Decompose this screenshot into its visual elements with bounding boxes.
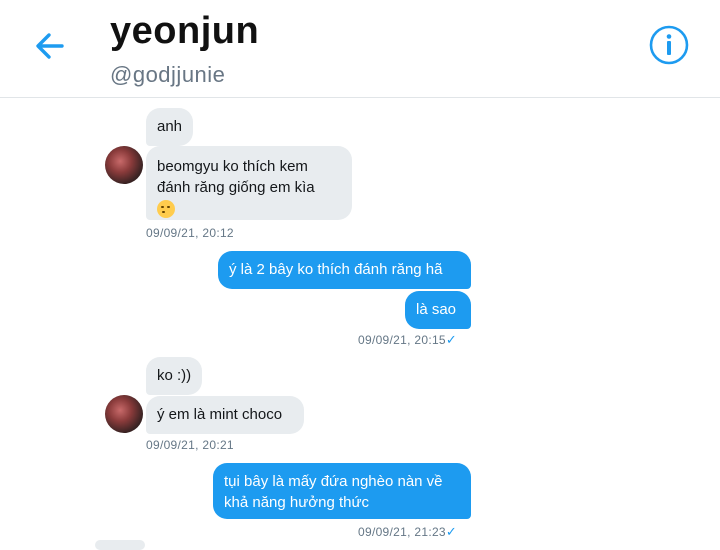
message-timestamp: 09/09/21, 20:21 — [146, 438, 234, 452]
message-bubble-outgoing[interactable]: ý là 2 bây ko thích đánh răng hã — [218, 251, 471, 289]
message-text: beomgyu ko thích kem — [157, 158, 308, 175]
message-text: là sao — [416, 301, 457, 318]
info-icon[interactable] — [648, 24, 690, 66]
conversation-title[interactable]: yeonjun — [110, 10, 259, 53]
partial-message-bubble — [95, 540, 145, 550]
checkmark-icon: ✓ — [445, 332, 458, 347]
message-bubble-outgoing[interactable]: là sao — [405, 291, 471, 329]
avatar[interactable] — [105, 146, 143, 184]
message-bubble-incoming[interactable]: ý em là mint choco — [146, 396, 304, 434]
message-timestamp: 09/09/21, 20:12 — [146, 226, 234, 240]
message-bubble-incoming[interactable]: ko :)) — [146, 357, 203, 395]
conversation-header: yeonjun @godjjunie — [0, 0, 720, 98]
message-text: anh — [157, 118, 183, 135]
smiling-face-emoji-icon — [157, 200, 175, 219]
message-text: ko :)) — [157, 367, 192, 384]
message-bubble-incoming[interactable]: beomgyu ko thích kem đánh răng giống em … — [146, 146, 352, 220]
message-text-line-2: đánh răng giống em kìa — [157, 179, 315, 196]
timestamp-text: 09/09/21, 21:23 — [358, 525, 446, 539]
back-arrow-icon[interactable] — [30, 26, 70, 66]
message-text-line-2: khả năng hưởng thức — [224, 494, 370, 511]
message-timestamp: 09/09/21, 21:23✓ — [358, 524, 457, 540]
message-text: ý là 2 bây ko thích đánh răng hã — [229, 261, 443, 278]
message-text: tụi bây là mấy đứa nghèo nàn về — [224, 473, 443, 490]
avatar[interactable] — [105, 395, 143, 433]
message-bubble-incoming[interactable]: anh — [146, 108, 194, 146]
message-text: ý em là mint choco — [157, 406, 283, 423]
timestamp-text: 09/09/21, 20:15 — [358, 333, 446, 347]
message-bubble-outgoing[interactable]: tụi bây là mấy đứa nghèo nàn về khả năng… — [213, 463, 471, 519]
message-timestamp: 09/09/21, 20:15✓ — [358, 332, 457, 348]
checkmark-icon: ✓ — [445, 524, 458, 539]
user-handle: @godjjunie — [110, 62, 226, 87]
